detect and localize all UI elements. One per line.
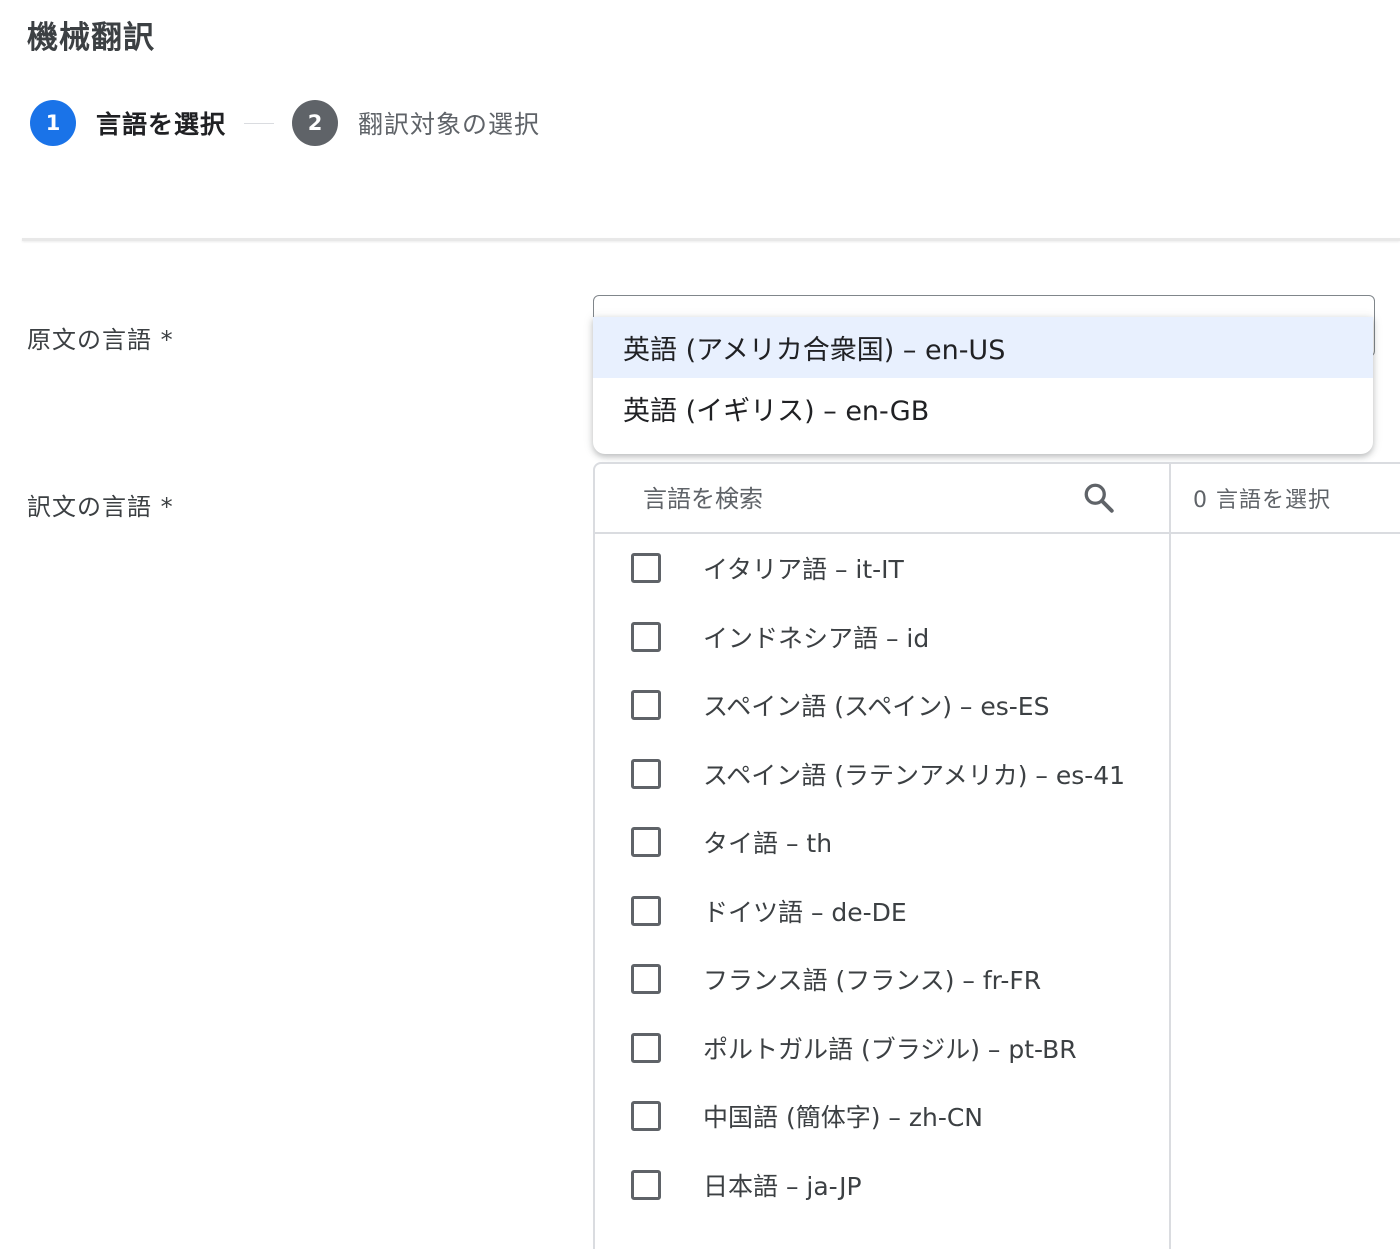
checkbox[interactable] xyxy=(631,827,661,858)
step-1-label: 言語を選択 xyxy=(96,110,227,139)
language-search-bar xyxy=(595,464,1169,534)
step-connector xyxy=(244,122,275,124)
language-search-input[interactable] xyxy=(641,476,1065,522)
language-item-label: ドイツ語 – de-DE xyxy=(703,897,907,927)
search-icon[interactable] xyxy=(1081,480,1117,516)
checkbox[interactable] xyxy=(631,621,661,652)
checkbox[interactable] xyxy=(631,758,661,789)
language-item-label: ポルトガル語 (ブラジル) – pt-BR xyxy=(703,1034,1077,1064)
language-item-label: イタリア語 – it-IT xyxy=(703,555,904,585)
language-list: イタリア語 – it-IT インドネシア語 – id スペイン語 (スペイン) … xyxy=(595,534,1169,1219)
language-item-label: インドネシア語 – id xyxy=(703,623,930,653)
language-item-it-it[interactable]: イタリア語 – it-IT xyxy=(595,534,1169,603)
checkbox[interactable] xyxy=(631,690,661,721)
stepper: 1 言語を選択 2 翻訳対象の選択 xyxy=(30,100,540,146)
page-title: 機械翻訳 xyxy=(27,20,155,56)
language-item-label: 中国語 (簡体字) – zh-CN xyxy=(703,1103,983,1133)
language-item-zh-cn[interactable]: 中国語 (簡体字) – zh-CN xyxy=(595,1082,1169,1151)
language-item-es-es[interactable]: スペイン語 (スペイン) – es-ES xyxy=(595,671,1169,740)
machine-translation-page: 機械翻訳 1 言語を選択 2 翻訳対象の選択 原文の言語 * 訳文の言語 * 英… xyxy=(0,0,1400,1249)
source-language-label: 原文の言語 * xyxy=(27,326,174,354)
step-select-language[interactable]: 1 言語を選択 xyxy=(30,100,226,146)
selected-header-divider xyxy=(1171,532,1400,534)
language-item-de-de[interactable]: ドイツ語 – de-DE xyxy=(595,877,1169,946)
checkbox[interactable] xyxy=(631,895,661,926)
column-divider xyxy=(1169,464,1171,1249)
source-option-en-gb[interactable]: 英語 (イギリス) – en-GB xyxy=(593,378,1373,439)
target-language-panel: 0 言語を選択 イタリア語 – it-IT インドネシア語 – id スペイン語… xyxy=(593,462,1400,1249)
language-item-label: スペイン語 (ラテンアメリカ) – es-419 xyxy=(703,760,1123,790)
source-language-dropdown: 英語 (アメリカ合衆国) – en-US 英語 (イギリス) – en-GB xyxy=(593,317,1373,454)
step-2-label: 翻訳対象の選択 xyxy=(358,110,541,139)
step-2-number: 2 xyxy=(292,100,339,146)
checkbox[interactable] xyxy=(631,553,661,584)
checkbox[interactable] xyxy=(631,1101,661,1132)
language-item-es-419[interactable]: スペイン語 (ラテンアメリカ) – es-419 xyxy=(595,740,1169,809)
language-item-th[interactable]: タイ語 – th xyxy=(595,808,1169,877)
header-divider xyxy=(22,238,1400,241)
language-item-label: タイ語 – th xyxy=(703,829,833,859)
source-option-en-us[interactable]: 英語 (アメリカ合衆国) – en-US xyxy=(593,317,1373,378)
language-item-label: フランス語 (フランス) – fr-FR xyxy=(703,966,1042,996)
step-1-number: 1 xyxy=(30,100,76,146)
checkbox[interactable] xyxy=(631,964,661,995)
step-select-targets[interactable]: 2 翻訳対象の選択 xyxy=(292,100,540,146)
language-item-label: スペイン語 (スペイン) – es-ES xyxy=(703,692,1050,722)
selected-language-count: 0 言語を選択 xyxy=(1193,488,1331,513)
language-item-label: 日本語 – ja-JP xyxy=(703,1171,862,1201)
language-item-fr-fr[interactable]: フランス語 (フランス) – fr-FR xyxy=(595,945,1169,1014)
language-item-pt-br[interactable]: ポルトガル語 (ブラジル) – pt-BR xyxy=(595,1014,1169,1083)
checkbox[interactable] xyxy=(631,1032,661,1063)
target-language-label: 訳文の言語 * xyxy=(27,493,174,521)
language-item-ja-jp[interactable]: 日本語 – ja-JP xyxy=(595,1151,1169,1220)
language-item-id[interactable]: インドネシア語 – id xyxy=(595,603,1169,672)
checkbox[interactable] xyxy=(631,1169,661,1200)
